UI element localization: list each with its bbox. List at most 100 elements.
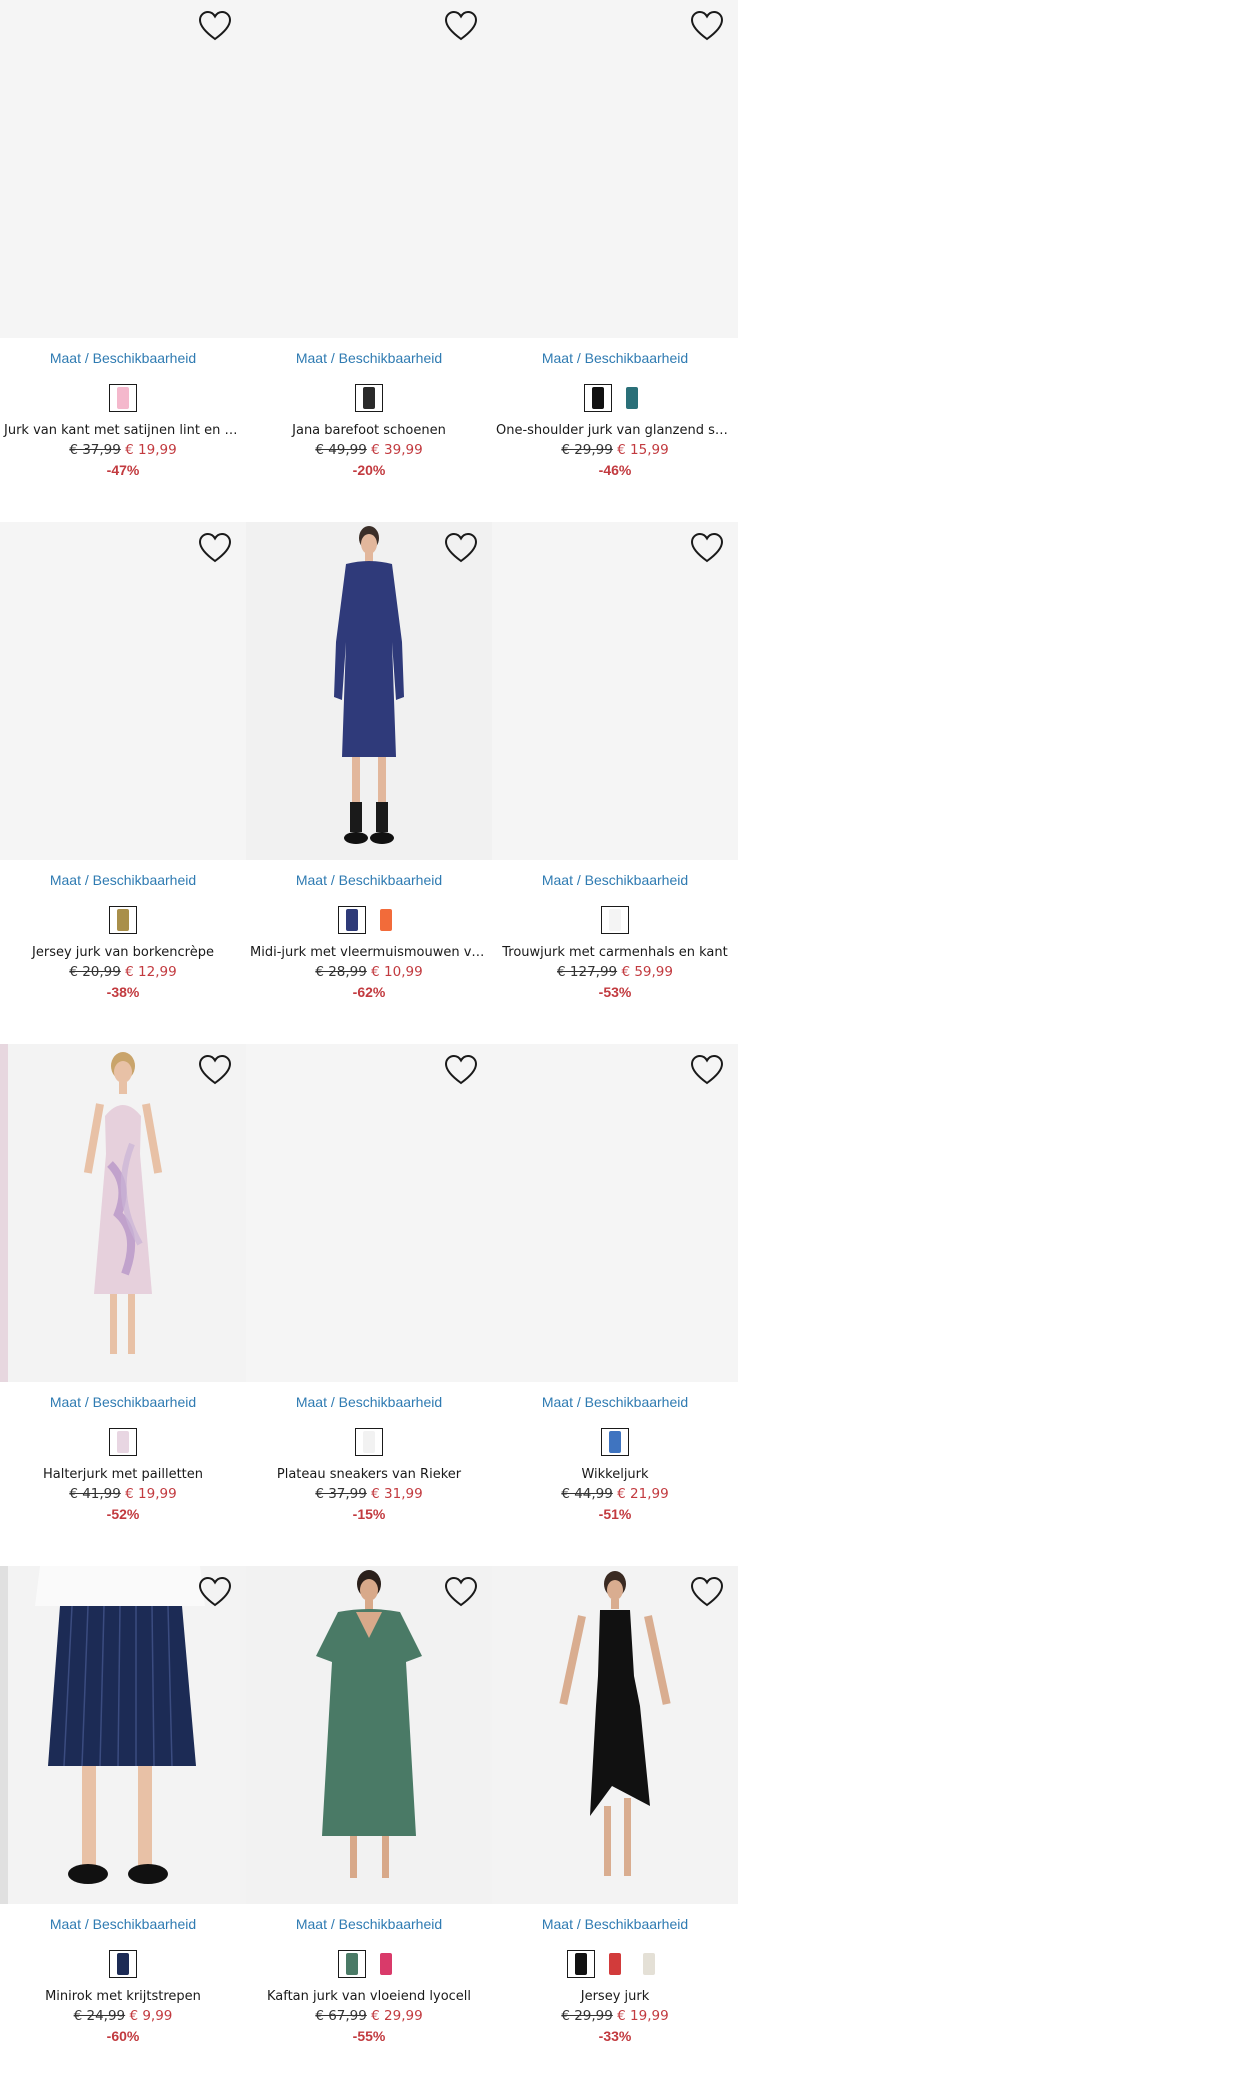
product-image-container[interactable] (246, 522, 492, 860)
product-image[interactable] (246, 1566, 492, 1904)
color-swatch[interactable] (109, 1428, 137, 1456)
sale-price: € 19,99 (125, 1486, 177, 1502)
old-price: € 24,99 (73, 2008, 126, 2024)
color-swatch[interactable] (601, 1950, 629, 1978)
product-image-container[interactable] (492, 0, 738, 338)
color-swatch[interactable] (338, 906, 366, 934)
product-image[interactable] (492, 1566, 738, 1904)
heart-icon[interactable] (690, 1054, 724, 1086)
product-image-container[interactable] (492, 1044, 738, 1382)
product-image-container[interactable] (492, 1566, 738, 1904)
color-swatch[interactable] (567, 1950, 595, 1978)
color-swatch[interactable] (109, 384, 137, 412)
product-image-container[interactable] (246, 1566, 492, 1904)
size-availability-link[interactable]: Maat / Beschikbaarheid (0, 1916, 246, 1932)
product-image-container[interactable] (246, 0, 492, 338)
product-image-container[interactable] (0, 1566, 246, 1904)
size-availability-link[interactable]: Maat / Beschikbaarheid (246, 350, 492, 366)
heart-icon[interactable] (690, 532, 724, 564)
color-swatch[interactable] (372, 906, 400, 934)
product-info: Maat / Beschikbaarheid Kaftan jurk van v… (246, 1904, 492, 2045)
product-image[interactable] (0, 0, 246, 338)
product-image-container[interactable] (0, 522, 246, 860)
product-title[interactable]: One-shoulder jurk van glanzend satijn (492, 422, 738, 439)
color-swatch[interactable] (601, 1428, 629, 1456)
product-image[interactable] (0, 522, 246, 860)
heart-icon[interactable] (690, 1576, 724, 1608)
size-availability-link[interactable]: Maat / Beschikbaarheid (492, 1916, 738, 1932)
product-title[interactable]: Jersey jurk van borkencrèpe (0, 944, 246, 961)
heart-icon[interactable] (444, 532, 478, 564)
product-image[interactable] (246, 0, 492, 338)
product-title[interactable]: Midi-jurk met vleermuismouwen va... (246, 944, 492, 961)
size-availability-link[interactable]: Maat / Beschikbaarheid (0, 872, 246, 888)
size-availability-link[interactable]: Maat / Beschikbaarheid (246, 872, 492, 888)
price-row: € 37,99 € 31,99 (246, 1486, 492, 1503)
heart-icon[interactable] (444, 1576, 478, 1608)
color-swatch[interactable] (584, 384, 612, 412)
color-swatch[interactable] (109, 906, 137, 934)
size-availability-link[interactable]: Maat / Beschikbaarheid (0, 1394, 246, 1410)
product-title[interactable]: Plateau sneakers van Rieker (246, 1466, 492, 1483)
color-swatch[interactable] (338, 1950, 366, 1978)
product-title[interactable]: Jurk van kant met satijnen lint en v... (0, 422, 246, 439)
product-title[interactable]: Trouwjurk met carmenhals en kant (492, 944, 738, 961)
color-swatch[interactable] (355, 1428, 383, 1456)
color-swatches (0, 906, 246, 936)
product-title[interactable]: Kaftan jurk van vloeiend lyocell (246, 1988, 492, 2005)
color-swatches (492, 384, 738, 414)
heart-icon[interactable] (444, 1054, 478, 1086)
heart-icon[interactable] (690, 10, 724, 42)
color-swatch[interactable] (372, 1950, 400, 1978)
product-title[interactable]: Jersey jurk (492, 1988, 738, 2005)
price-row: € 29,99 € 19,99 (492, 2008, 738, 2025)
size-availability-link[interactable]: Maat / Beschikbaarheid (0, 350, 246, 366)
size-availability-link[interactable]: Maat / Beschikbaarheid (246, 1394, 492, 1410)
size-availability-link[interactable]: Maat / Beschikbaarheid (492, 872, 738, 888)
discount-badge: -62% (352, 984, 386, 1000)
product-image-container[interactable] (0, 0, 246, 338)
product-title[interactable]: Halterjurk met pailletten (0, 1466, 246, 1483)
heart-icon[interactable] (198, 10, 232, 42)
sale-price: € 10,99 (371, 964, 423, 980)
product-image-container[interactable] (492, 522, 738, 860)
size-availability-link[interactable]: Maat / Beschikbaarheid (492, 1394, 738, 1410)
product-image[interactable] (246, 1044, 492, 1382)
heart-icon[interactable] (198, 1576, 232, 1608)
price-row: € 67,99 € 29,99 (246, 2008, 492, 2025)
old-price: € 28,99 (315, 964, 367, 980)
product-info: Maat / Beschikbaarheid Minirok met krijt… (0, 1904, 246, 2045)
product-image-container[interactable] (246, 1044, 492, 1382)
product-image[interactable] (492, 522, 738, 860)
sale-price: € 12,99 (125, 964, 177, 980)
size-availability-link[interactable]: Maat / Beschikbaarheid (492, 350, 738, 366)
price-row: € 24,99 € 9,99 (0, 2008, 246, 2025)
color-swatches (246, 1428, 492, 1458)
product-image[interactable] (492, 0, 738, 338)
price-row: € 41,99 € 19,99 (0, 1486, 246, 1503)
product-image-container[interactable] (0, 1044, 246, 1382)
color-swatch[interactable] (635, 1950, 663, 1978)
old-price: € 49,99 (315, 442, 367, 458)
product-image[interactable] (0, 1044, 246, 1382)
sale-price: € 59,99 (621, 964, 673, 980)
product-image[interactable] (0, 1566, 246, 1904)
product-title[interactable]: Minirok met krijtstrepen (0, 1988, 246, 2005)
product-title[interactable]: Jana barefoot schoenen (246, 422, 492, 439)
color-swatches (0, 1428, 246, 1458)
product-info: Maat / Beschikbaarheid Plateau sneakers … (246, 1382, 492, 1523)
heart-icon[interactable] (198, 1054, 232, 1086)
sale-price: € 9,99 (129, 2008, 173, 2024)
color-swatch[interactable] (109, 1950, 137, 1978)
color-swatches (492, 906, 738, 936)
color-swatch[interactable] (618, 384, 646, 412)
size-availability-link[interactable]: Maat / Beschikbaarheid (246, 1916, 492, 1932)
color-swatch[interactable] (355, 384, 383, 412)
heart-icon[interactable] (444, 10, 478, 42)
color-swatch[interactable] (601, 906, 629, 934)
product-title[interactable]: Wikkeljurk (492, 1466, 738, 1483)
heart-icon[interactable] (198, 532, 232, 564)
old-price: € 29,99 (561, 442, 613, 458)
product-image[interactable] (246, 522, 492, 860)
product-image[interactable] (492, 1044, 738, 1382)
